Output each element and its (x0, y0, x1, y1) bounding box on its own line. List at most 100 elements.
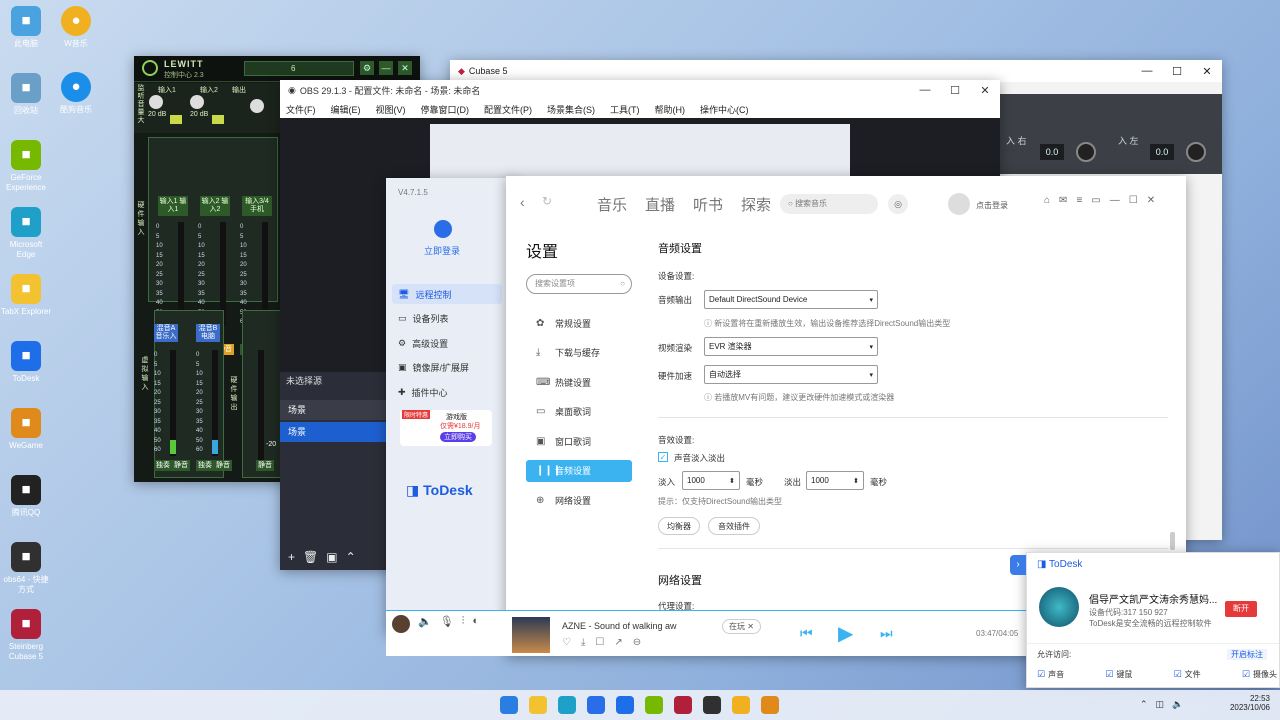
next-icon[interactable]: ⏭ (880, 625, 893, 642)
lewitt-icon[interactable] (645, 696, 663, 714)
channel-button[interactable]: 静音 (256, 460, 274, 471)
obs-menu-item[interactable]: 配置文件(P) (484, 103, 532, 116)
settings-nav-item[interactable]: ✿ 常规设置 (526, 312, 632, 334)
settings-nav-item[interactable]: ⊕ 网络设置 (526, 489, 632, 511)
promo-card[interactable]: 限时特惠 游戏版 仅需¥18.9/月 立即购买 (400, 410, 492, 446)
channel-button[interactable]: 静音 (214, 460, 232, 471)
desktop-icon[interactable]: ■ obs64 - 快捷方式 (0, 542, 52, 595)
close-icon[interactable]: ✕ (970, 84, 1000, 97)
album-cover[interactable] (512, 617, 550, 653)
mic-icon[interactable]: 🎙 (440, 615, 454, 633)
output-fader[interactable] (258, 350, 264, 460)
enable-annotation[interactable]: 开启标注 (1227, 649, 1267, 660)
settings-nav-item[interactable]: ⤓ 下载与缓存 (526, 342, 632, 364)
mode-icon[interactable]: ◐ (472, 615, 479, 633)
obs-menu-item[interactable]: 视图(V) (376, 103, 406, 116)
todesk-nav-item[interactable]: ✚ 插件中心 (392, 382, 502, 402)
prev-icon[interactable]: ⏮ (800, 625, 813, 642)
refresh-icon[interactable]: ↻ (542, 194, 552, 208)
music-icon[interactable] (732, 696, 750, 714)
close-icon[interactable]: ✕ (1147, 195, 1155, 206)
desktop-icon[interactable]: ■ Microsoft Edge (0, 207, 52, 260)
desktop-icon[interactable]: ■ TabX Explorer (0, 274, 52, 317)
desktop-icon[interactable]: ■ 腾讯QQ (0, 475, 52, 518)
comment-icon[interactable]: ☐ (595, 637, 604, 648)
music-tab[interactable]: 探索 (741, 194, 771, 215)
disconnect-button[interactable]: 断开 (1225, 601, 1257, 617)
monitor-knob-icon[interactable] (250, 99, 264, 113)
settings-search-input[interactable]: 搜索设置项 ○ (526, 274, 632, 294)
network-icon[interactable]: ◫ (1156, 699, 1165, 710)
like-icon[interactable]: ♡ (562, 637, 571, 648)
obs-icon[interactable] (703, 696, 721, 714)
promo-buy-button[interactable]: 立即购买 (440, 432, 476, 442)
fade-out-input[interactable]: 1000 ⬍ (806, 471, 864, 490)
todesk-window[interactable]: V4.7.1.5 立即登录 🖥 远程控制 ▭ 设备列表 ⚙ 高级设置 ▣ 镜像屏/扩展屏 ✚ 插件… (386, 178, 516, 634)
avatar[interactable] (948, 193, 970, 215)
gain-knob-icon[interactable] (149, 95, 163, 109)
desktop-icon[interactable]: ■ WeGame (0, 408, 52, 451)
channel-button[interactable]: 静音 (172, 460, 190, 471)
scene-item[interactable]: 场景 (280, 422, 386, 442)
volume-icon[interactable]: 🔈 (1172, 699, 1183, 710)
add-scene-icon[interactable]: + (288, 550, 295, 564)
gain-knob-icon[interactable] (190, 95, 204, 109)
back-icon[interactable]: ‹ (520, 194, 525, 210)
wegame-icon[interactable] (761, 696, 779, 714)
play-icon[interactable]: ▶ (838, 621, 853, 646)
permission-toggle[interactable]: ☑ 文件 (1174, 669, 1201, 680)
channel-button[interactable]: 独奏 (154, 460, 172, 471)
obs-menu-item[interactable]: 停靠窗口(D) (421, 103, 470, 116)
kugou-icon[interactable] (587, 696, 605, 714)
desktop-icon[interactable]: ● W音乐 (50, 6, 102, 49)
todesk-icon[interactable] (616, 696, 634, 714)
minimize-icon[interactable]: — (1132, 65, 1162, 77)
move-up-icon[interactable]: ⌃ (346, 550, 356, 564)
permission-toggle[interactable]: ☑ 声音 (1037, 669, 1064, 680)
maximize-icon[interactable]: ☐ (1162, 65, 1192, 78)
share-icon[interactable]: ↗ (614, 637, 622, 648)
settings-gear-icon[interactable]: ⚙ (360, 61, 374, 75)
phantom-toggle[interactable] (170, 115, 182, 124)
settings-nav-item[interactable]: ▣ 窗口歌词 (526, 430, 632, 452)
todesk-nav-item[interactable]: ▭ 设备列表 (392, 309, 502, 329)
collapse-arrow-icon[interactable]: › (1010, 555, 1026, 575)
fade-checkbox[interactable]: ✓ (658, 452, 668, 462)
desktop-icon[interactable]: ● 酷狗音乐 (50, 72, 102, 115)
mail-icon[interactable]: ✉ (1059, 195, 1067, 206)
close-icon[interactable]: ✕ (1192, 65, 1222, 78)
obs-menu-item[interactable]: 工具(T) (610, 103, 640, 116)
todesk-nav-item[interactable]: ▣ 镜像屏/扩展屏 (392, 358, 502, 378)
channel-button[interactable]: 独奏 (196, 460, 214, 471)
menu-icon[interactable]: ≡ (1076, 195, 1082, 206)
fade-in-input[interactable]: 1000 ⬍ (682, 471, 740, 490)
todesk-nav-item[interactable]: 🖥 远程控制 (392, 284, 502, 304)
equalizer-button[interactable]: 均衡器 (658, 517, 700, 535)
phantom-toggle[interactable] (212, 115, 224, 124)
obs-menu-item[interactable]: 编辑(E) (331, 103, 361, 116)
user-avatar-icon[interactable] (434, 220, 452, 238)
minimize-icon[interactable]: — (1110, 195, 1120, 206)
obs-menu-item[interactable]: 场景集合(S) (547, 103, 595, 116)
effect-plugin-button[interactable]: 音效插件 (708, 517, 760, 535)
remove-scene-icon[interactable]: 🗑 (303, 550, 318, 564)
obs-menu-item[interactable]: 文件(F) (286, 103, 316, 116)
settings-nav-item[interactable]: ⌨ 热键设置 (526, 371, 632, 393)
start-icon[interactable] (500, 696, 518, 714)
mini-icon[interactable]: ▭ (1091, 195, 1100, 206)
hw-select[interactable]: 自动选择 ▾ (704, 365, 878, 384)
skin-icon[interactable]: ⌂ (1044, 195, 1050, 206)
scrollbar[interactable] (1170, 532, 1175, 550)
volume-icon[interactable]: 🔈 (418, 615, 432, 633)
settings-nav-item[interactable]: ❙❙❙ 音频设置 (526, 459, 632, 482)
desktop-icon[interactable]: ■ Steinberg Cubase 5 (0, 609, 52, 662)
cubase-titlebar[interactable]: ◆ Cubase 5 — ☐ ✕ (450, 60, 1222, 82)
clock[interactable]: 22:53 2023/10/06 (1218, 694, 1270, 712)
music-search[interactable]: ○ 搜索音乐 (780, 194, 878, 214)
edge-icon[interactable] (558, 696, 576, 714)
download-icon[interactable]: ⤓ (581, 637, 585, 648)
desktop-icon[interactable]: ■ 回收站 (0, 73, 52, 116)
chevron-up-icon[interactable]: ⌃ (1140, 699, 1148, 710)
maximize-icon[interactable]: ☐ (1129, 195, 1138, 206)
permission-toggle[interactable]: ☑ 摄像头 (1242, 669, 1277, 680)
